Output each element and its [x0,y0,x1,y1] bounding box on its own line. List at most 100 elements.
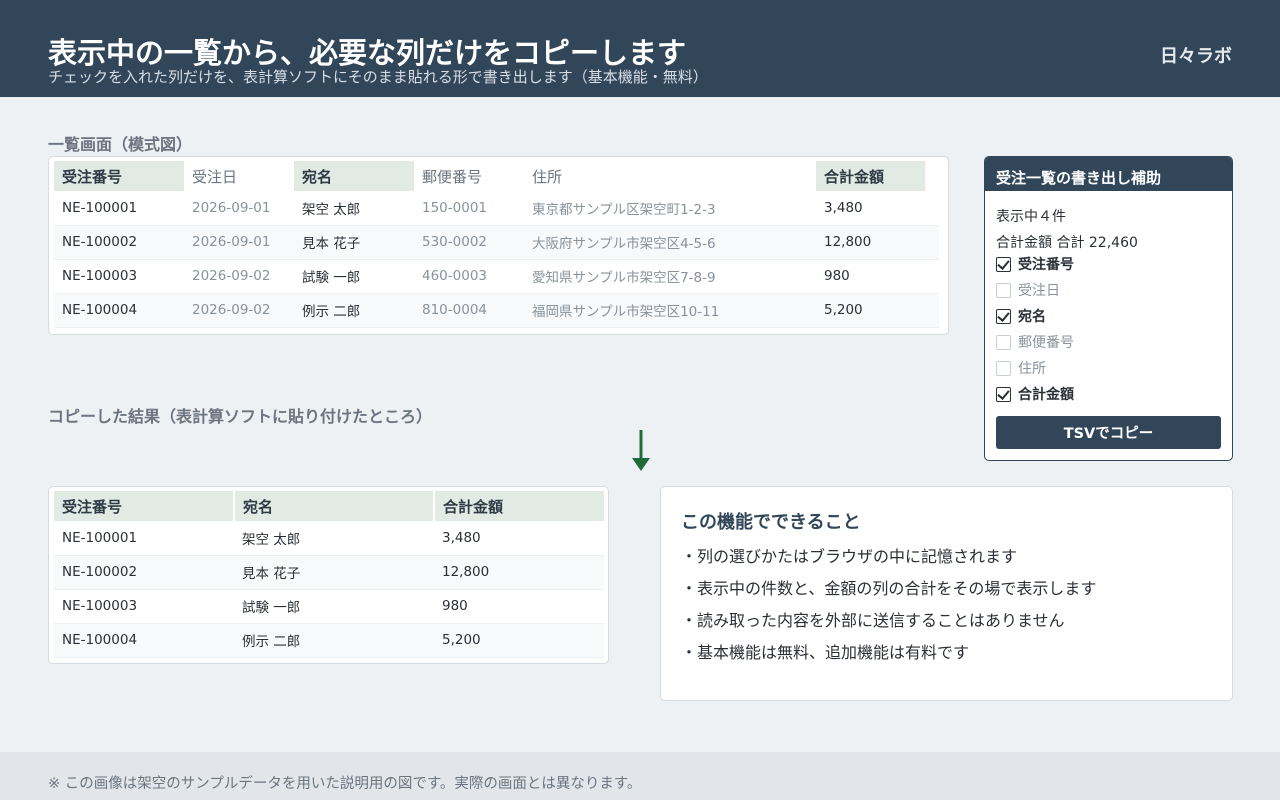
table-row: NE-100002 2026-09-01 見本 花子 530-0002 大阪府サ… [54,225,939,260]
cell-spacer [925,293,939,328]
cell-address: 福岡県サンプル市架空区10-11 [524,293,816,328]
checkbox-unchecked-icon[interactable] [996,282,1011,298]
page-footer: ※ この画像は架空のサンプルデータを用いた説明用の図です。実際の画面とは異なりま… [0,752,1280,800]
cell-address: 大阪府サンプル市架空区4-5-6 [524,225,816,260]
list-col-order-no[interactable]: 受注番号 [54,161,184,191]
table-row: NE-100001 架空 太郎 3,480 [54,521,604,556]
list-col-order-date[interactable]: 受注日 [184,161,294,191]
column-option-label: 受注日 [1018,283,1060,299]
footer-note: ※ この画像は架空のサンプルデータを用いた説明用の図です。実際の画面とは異なりま… [48,776,642,792]
column-option-order-no[interactable]: 受注番号 [996,254,1074,274]
cell-recipient: 架空 太郎 [234,521,434,556]
column-option-label: 宛名 [1018,309,1046,325]
feature-item: ・表示中の件数と、金額の列の合計をその場で表示します [681,579,1097,598]
column-option-label: 合計金額 [1018,387,1074,403]
cell-total: 3,480 [434,521,604,556]
cell-total: 5,200 [434,623,604,658]
checkbox-checked-icon[interactable] [996,256,1011,272]
result-header-row: 受注番号 宛名 合計金額 [54,491,604,521]
cell-total: 12,800 [434,555,604,590]
checkbox-checked-icon[interactable] [996,308,1011,324]
cell-order-no: NE-100003 [54,259,184,294]
cell-address: 愛知県サンプル市架空区7-8-9 [524,259,816,294]
column-option-postal[interactable]: 郵便番号 [996,332,1074,352]
column-option-label: 郵便番号 [1018,335,1074,351]
cell-total: 3,480 [816,191,925,226]
list-col-postal[interactable]: 郵便番号 [414,161,524,191]
result-col-order-no: 受注番号 [54,491,235,521]
total-amount: 合計金額 合計 22,460 [996,235,1138,251]
cell-address: 東京都サンプル区架空町1-2-3 [524,191,816,226]
cell-total: 12,800 [816,225,925,260]
feature-item: ・列の選びかたはブラウザの中に記憶されます [681,547,1018,566]
column-option-label: 受注番号 [1018,257,1074,273]
cell-spacer [925,191,939,226]
cell-recipient: 試験 一郎 [234,589,434,624]
cell-order-no: NE-100003 [54,589,234,624]
cell-total: 5,200 [816,293,925,328]
cell-recipient: 見本 花子 [294,225,414,260]
table-row: NE-100002 見本 花子 12,800 [54,555,604,590]
cell-order-date: 2026-09-01 [184,191,294,226]
cell-postal: 530-0002 [414,225,524,260]
table-row: NE-100004 例示 二郎 5,200 [54,623,604,658]
cell-recipient: 例示 二郎 [234,623,434,658]
list-col-total[interactable]: 合計金額 [816,161,925,191]
features-title: この機能でできること [681,512,861,533]
cell-order-no: NE-100001 [54,521,234,556]
cell-spacer [925,225,939,260]
page-subtitle: チェックを入れた列だけを、表計算ソフトにそのまま貼れる形で書き出します（基本機能… [48,68,708,86]
feature-item: ・読み取った内容を外部に送信することはありません [681,611,1065,630]
cell-recipient: 例示 二郎 [294,293,414,328]
cell-order-no: NE-100002 [54,555,234,590]
cell-order-no: NE-100002 [54,225,184,260]
table-row: NE-100003 試験 一郎 980 [54,589,604,624]
feature-item: ・基本機能は無料、追加機能は有料です [681,643,970,662]
cell-spacer [925,259,939,294]
list-panel: 受注番号 受注日 宛名 郵便番号 住所 合計金額 NE-100001 2026-… [48,156,949,335]
result-col-total: 合計金額 [434,491,604,521]
column-option-address[interactable]: 住所 [996,358,1046,378]
checkbox-checked-icon[interactable] [996,386,1011,402]
cell-order-no: NE-100001 [54,191,184,226]
table-row: NE-100001 2026-09-01 架空 太郎 150-0001 東京都サ… [54,191,939,226]
cell-postal: 150-0001 [414,191,524,226]
export-helper-panel: 受注一覧の書き出し補助 表示中４件 合計金額 合計 22,460 受注番号 受注… [984,156,1233,461]
cell-recipient: 見本 花子 [234,555,434,590]
table-row: NE-100003 2026-09-02 試験 一郎 460-0003 愛知県サ… [54,259,939,294]
cell-recipient: 試験 一郎 [294,259,414,294]
cell-order-date: 2026-09-01 [184,225,294,260]
cell-postal: 460-0003 [414,259,524,294]
cell-order-no: NE-100004 [54,623,234,658]
list-table: 受注番号 受注日 宛名 郵便番号 住所 合計金額 NE-100001 2026-… [54,161,939,328]
list-section-label: 一覧画面（模式図） [48,135,193,154]
arrow-down-icon [632,430,650,471]
cell-postal: 810-0004 [414,293,524,328]
list-header-row: 受注番号 受注日 宛名 郵便番号 住所 合計金額 [54,161,939,191]
result-panel: 受注番号 宛名 合計金額 NE-100001 架空 太郎 3,480 NE-10… [48,486,609,664]
page-header: 表示中の一覧から、必要な列だけをコピーします チェックを入れた列だけを、表計算ソ… [0,0,1280,97]
checkbox-unchecked-icon[interactable] [996,360,1011,376]
column-option-order-date[interactable]: 受注日 [996,280,1060,300]
result-table: 受注番号 宛名 合計金額 NE-100001 架空 太郎 3,480 NE-10… [54,491,604,658]
table-row: NE-100004 2026-09-02 例示 二郎 810-0004 福岡県サ… [54,293,939,328]
checkbox-unchecked-icon[interactable] [996,334,1011,350]
list-col-recipient[interactable]: 宛名 [294,161,414,191]
result-col-recipient: 宛名 [234,491,435,521]
column-option-recipient[interactable]: 宛名 [996,306,1046,326]
cell-order-date: 2026-09-02 [184,259,294,294]
features-panel: この機能でできること ・列の選びかたはブラウザの中に記憶されます ・表示中の件数… [660,486,1233,701]
cell-recipient: 架空 太郎 [294,191,414,226]
visible-count: 表示中４件 [996,209,1066,225]
cell-order-no: NE-100004 [54,293,184,328]
cell-total: 980 [434,589,604,624]
cell-order-date: 2026-09-02 [184,293,294,328]
export-helper-title: 受注一覧の書き出し補助 [985,157,1232,191]
brand-logo: 日々ラボ [1160,46,1232,67]
copy-tsv-button[interactable]: TSVでコピー [996,416,1221,449]
cell-total: 980 [816,259,925,294]
column-option-total[interactable]: 合計金額 [996,384,1074,404]
list-col-address[interactable]: 住所 [524,161,816,191]
result-section-label: コピーした結果（表計算ソフトに貼り付けたところ） [48,407,433,426]
list-col-spacer [925,161,939,191]
